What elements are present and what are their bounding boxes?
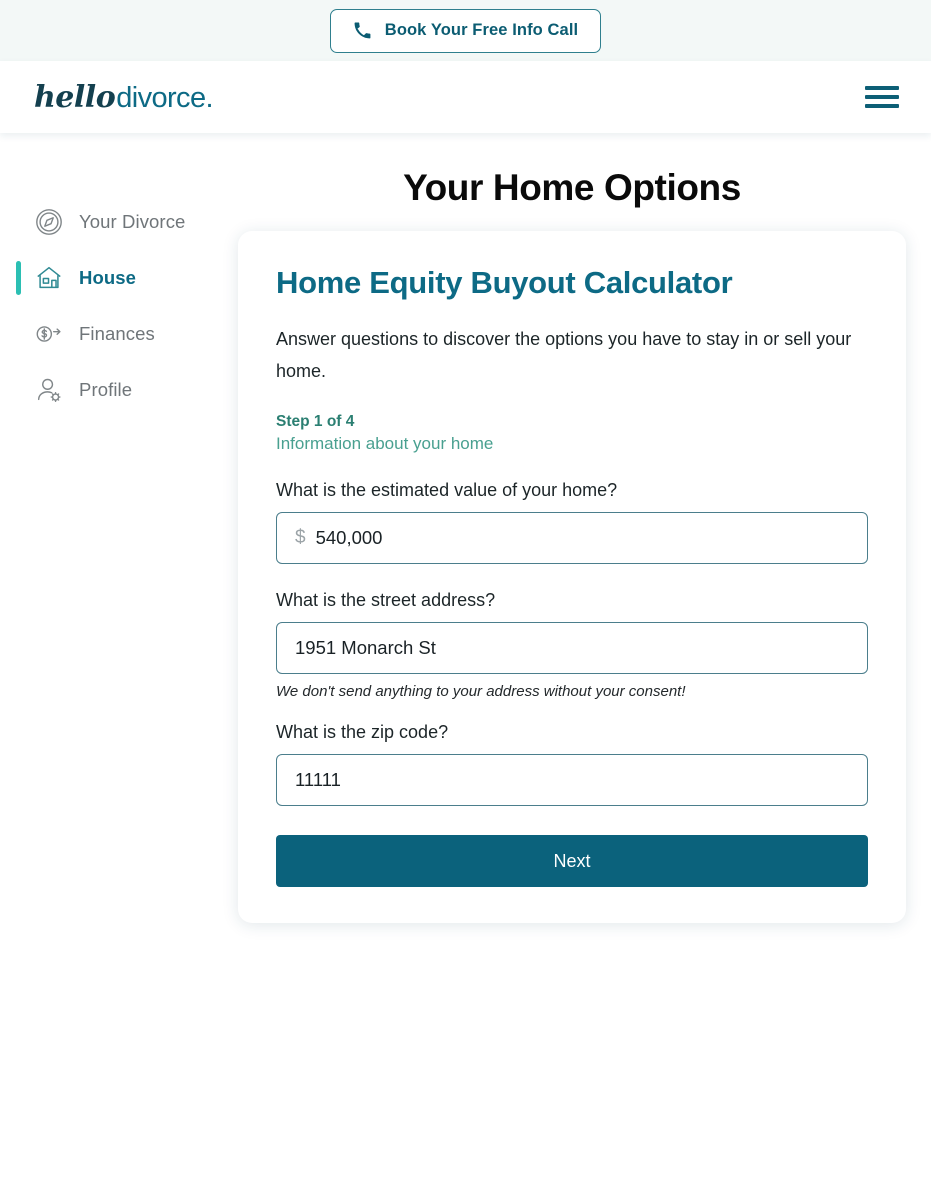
logo-divorce-text: divorce. [116,81,213,114]
page-title: Your Home Options [403,167,741,208]
promo-bar: Book Your Free Info Call [0,0,931,61]
currency-prefix: $ [295,527,306,549]
card-description: Answer questions to discover the options… [276,329,852,382]
field-street-address: What is the street address? 1951 Monarch… [276,590,868,700]
site-logo[interactable]: hello divorce. [34,79,214,115]
field-label-street-address: What is the street address? [276,590,496,611]
step-indicator: Step 1 of 4 [276,413,355,431]
step-subtitle: Information about your home [276,434,494,454]
home-value-input[interactable]: $ 540,000 [276,512,868,565]
sidebar-item-your-divorce[interactable]: Your Divorce [0,203,238,241]
phone-icon [353,21,372,40]
street-address-text: 1951 Monarch St [295,637,436,659]
calculator-card: Home Equity Buyout Calculator Answer que… [238,231,906,924]
sidebar-item-finances[interactable]: Finances [0,315,238,353]
sidebar-label-profile: Profile [79,379,133,400]
zip-code-text: 11111 [295,769,341,791]
home-value-text: 540,000 [315,527,383,549]
compass-icon [34,207,64,237]
logo-hello-text: hello [34,79,116,115]
hamburger-menu-icon[interactable] [865,77,899,117]
person-gear-icon [34,375,64,405]
sidebar-label-house: House [79,267,137,288]
dollar-transfer-icon [34,319,64,349]
field-label-home-value: What is the estimated value of your home… [276,480,618,501]
sidebar-label-your-divorce: Your Divorce [79,211,186,232]
hamburger-bar-2 [865,95,899,99]
sidebar-label-finances: Finances [79,323,155,344]
hamburger-bar-1 [865,86,899,90]
field-label-zip-code: What is the zip code? [276,722,449,743]
active-indicator [16,261,21,295]
site-header: hello divorce. [0,61,931,133]
sidebar-item-house[interactable]: House [0,259,238,297]
field-home-value: What is the estimated value of your home… [276,480,868,565]
sidebar: Your Divorce House Finances Profile [0,167,238,1200]
next-button[interactable]: Next [276,835,868,888]
book-info-call-button[interactable]: Book Your Free Info Call [329,8,602,53]
main-content: Your Home Options Home Equity Buyout Cal… [238,167,931,1200]
sidebar-item-profile[interactable]: Profile [0,371,238,409]
zip-code-input[interactable]: 11111 [276,754,868,807]
street-address-input[interactable]: 1951 Monarch St [276,622,868,675]
field-zip-code: What is the zip code? 11111 [276,722,868,807]
house-icon [34,263,64,293]
page-body: Your Divorce House Finances Profile Your… [0,133,931,1200]
hamburger-bar-3 [865,104,899,108]
card-title: Home Equity Buyout Calculator [276,265,733,300]
street-address-helper-text: We don't send anything to your address w… [276,683,686,701]
book-info-call-label: Book Your Free Info Call [384,21,579,39]
